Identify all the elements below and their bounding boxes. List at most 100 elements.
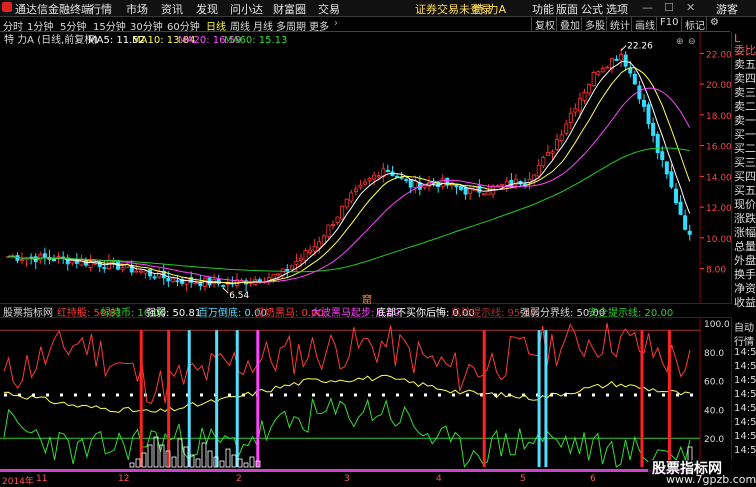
candle-body — [596, 71, 601, 75]
candle-body — [294, 261, 299, 265]
date-label: 5 — [520, 474, 526, 484]
candle-body — [568, 112, 573, 123]
menu-item-wenxiaoda[interactable]: 问小达 — [230, 1, 263, 17]
price-tick-label: 20.00 — [706, 81, 731, 91]
current-stock-name: 特 力A — [473, 3, 507, 16]
price-tick-label: 8.00 — [706, 266, 726, 276]
menu-item-wealth[interactable]: 财富圈 — [273, 1, 306, 17]
candle-body — [285, 268, 290, 272]
close-icon[interactable]: ✕ — [686, 1, 695, 14]
tab-15min[interactable]: 15分钟 — [93, 18, 126, 33]
settings-gear-icon[interactable]: ⚙ — [706, 17, 722, 31]
price-tick-label: 22.00 — [706, 50, 731, 60]
price-tick-label: 10.00 — [706, 235, 731, 245]
menu-item-market[interactable]: 市场 — [126, 1, 148, 17]
candle-body — [38, 254, 43, 261]
tab-multi-period[interactable]: 多周期 — [276, 18, 306, 33]
candle-body — [541, 157, 546, 167]
menu-item-quotes[interactable]: 行情 — [90, 1, 112, 17]
statistics-button[interactable]: 统计 — [606, 17, 633, 32]
multi-stock-button[interactable]: 多股 — [581, 17, 608, 32]
menu-item-layout[interactable]: 版面 — [556, 1, 578, 17]
menu-item-options[interactable]: 选项 — [606, 1, 628, 17]
zoom-out-icon: ⊖ — [688, 37, 696, 47]
menu-bar: 通达信金融终端 行情 市场 资讯 发现 问小达 财富圈 交易 证券交易未登录 特… — [0, 0, 756, 17]
mark-button[interactable]: 标记 — [681, 17, 708, 32]
ma-legend-title: 特 力A (日线,前复权) — [4, 33, 98, 46]
candle-body — [486, 191, 491, 196]
tab-weekly[interactable]: 周线 — [230, 18, 250, 33]
candle-body — [683, 215, 688, 230]
tab-1min[interactable]: 1分钟 — [27, 18, 53, 33]
candle-body — [340, 205, 345, 220]
strength-divider-dot — [634, 393, 637, 397]
candle-body — [202, 277, 207, 287]
strength-divider-dot — [116, 393, 119, 397]
tab-more[interactable]: 更多 — [309, 18, 329, 33]
candle-body — [363, 181, 368, 185]
menu-item-formula[interactable]: 公式 — [581, 1, 603, 17]
more-chevron-icon[interactable]: › — [334, 18, 338, 29]
strength-divider-dot — [438, 393, 441, 397]
bottom-signal-bar — [153, 436, 159, 468]
candle-body — [623, 54, 628, 67]
bottom-signal-bar — [201, 442, 207, 468]
tab-30min[interactable]: 30分钟 — [130, 18, 163, 33]
ma-legend-item: MA60: 15.13 — [224, 35, 287, 46]
date-label: 2014年 — [2, 477, 34, 487]
indicator-side-label[interactable]: 自动 — [734, 319, 754, 334]
candle-body — [413, 180, 418, 188]
menu-item-news[interactable]: 资讯 — [161, 1, 183, 17]
strength-divider-dot — [368, 393, 371, 397]
candle-body — [619, 54, 624, 61]
maximize-icon[interactable]: ☐ — [664, 1, 674, 14]
tab-monthly[interactable]: 月线 — [253, 18, 273, 33]
menu-item-discover[interactable]: 发现 — [196, 1, 218, 17]
signal-spike-bar — [215, 330, 219, 467]
candle-body — [321, 235, 326, 245]
strength-divider-group — [4, 393, 693, 397]
candle-body — [170, 278, 175, 282]
indicator-legend: 股票指标网 红持股: 50.81 绿持币: 10.00 强弱: 50.81 百万倒底: … — [0, 295, 730, 319]
strength-divider-dot — [298, 393, 301, 397]
ma5-line — [8, 60, 691, 284]
candle-body — [669, 171, 674, 188]
tab-60min[interactable]: 60分钟 — [167, 18, 200, 33]
date-label: 2 — [236, 474, 242, 484]
high-arrow — [620, 45, 627, 51]
candle-body — [308, 249, 313, 253]
menu-item-function[interactable]: 功能 — [532, 1, 554, 17]
draw-line-button[interactable]: 画线 — [631, 17, 658, 32]
candle-body — [152, 276, 157, 279]
minimize-icon[interactable]: — — [642, 1, 653, 14]
candle-body — [372, 174, 377, 180]
tab-timeshare[interactable]: 分时 — [3, 18, 23, 33]
bottom-signal-bar — [207, 450, 213, 468]
candle-body — [564, 123, 569, 134]
candle-body — [289, 265, 294, 270]
overlay-button[interactable]: 叠加 — [556, 17, 583, 32]
menu-item-trade[interactable]: 交易 — [318, 1, 340, 17]
indicator-side-label[interactable]: 行情 — [734, 333, 754, 348]
candle-body — [559, 134, 564, 141]
kline-chart[interactable]: 特 力A (日线,前复权)MA5: 11.52MA10: 13.84MA20: … — [0, 32, 731, 304]
guest-label[interactable]: 游客 — [716, 1, 738, 17]
bottom-signal-bar — [159, 444, 165, 468]
indicator-side-label: 14:50 — [734, 445, 756, 456]
signal-marker: 窟 — [362, 295, 372, 306]
tab-daily[interactable]: 日线 — [206, 18, 226, 33]
date-axis: 2014年 11 12 2 3 4 5 6 — [0, 473, 756, 487]
candle-body — [134, 270, 139, 273]
tab-5min[interactable]: 5分钟 — [60, 18, 86, 33]
adjust-button[interactable]: 复权 — [531, 17, 558, 32]
date-label: 6 — [590, 474, 596, 484]
candle-body — [138, 270, 143, 273]
candle-body — [298, 257, 303, 261]
indicator-chart[interactable]: 20.0 40.0 60.0 80.0 100.0 — [0, 317, 731, 473]
candle-body — [664, 161, 669, 175]
candle-body — [335, 216, 340, 223]
date-label: 11 — [36, 474, 48, 484]
indicator-side-label: 14:50 — [734, 417, 756, 428]
f10-button[interactable]: F10 — [656, 17, 681, 31]
low-price-label: 6.54 — [229, 291, 249, 301]
